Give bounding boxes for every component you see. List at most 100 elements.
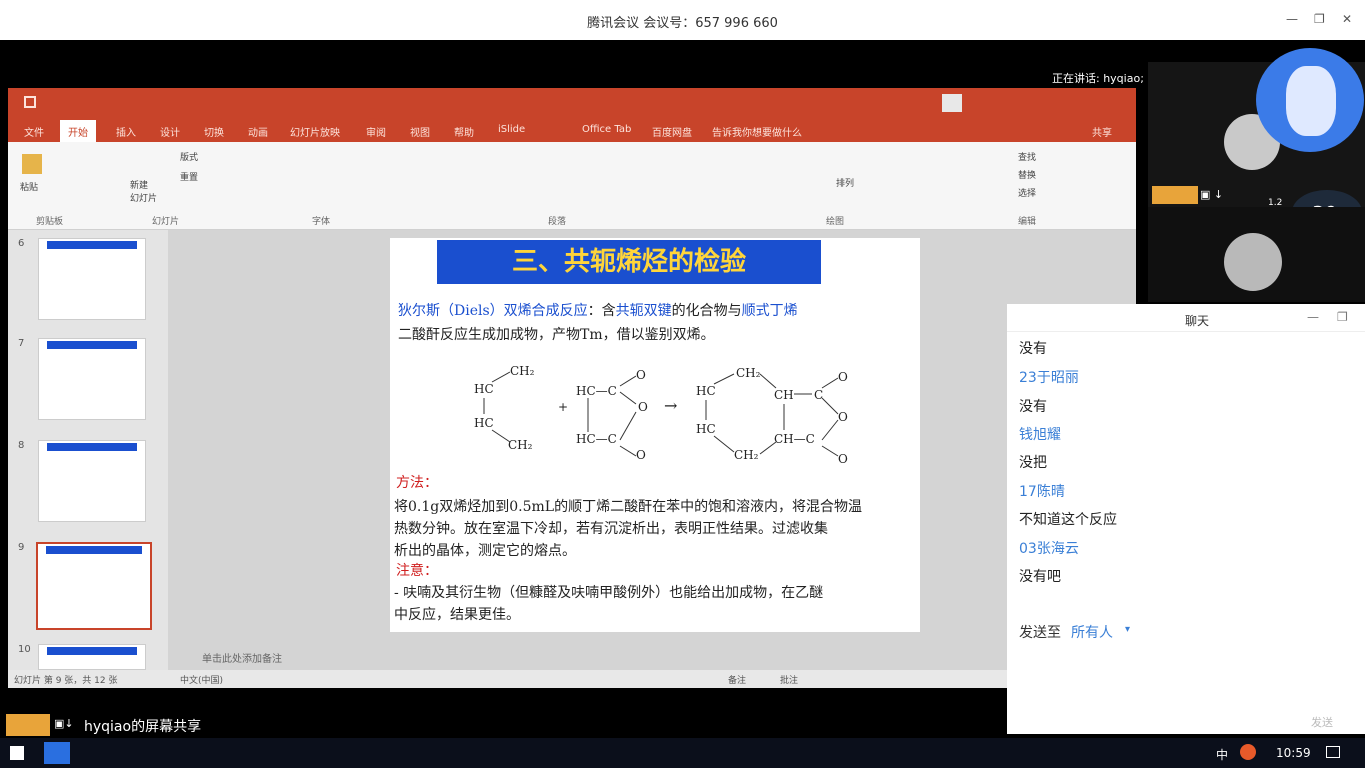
status-badge: [6, 714, 50, 736]
app-tray-icon[interactable]: [1240, 744, 1256, 760]
find-button[interactable]: 查找: [1018, 150, 1036, 163]
ribbon-tabs: 文件 开始 插入 设计 切换 动画 幻灯片放映 审阅 视图 帮助 iSlide …: [8, 118, 1136, 142]
group-editing: 编辑: [1018, 217, 1037, 227]
note-label: 注意：: [396, 563, 438, 579]
tab-islide[interactable]: iSlide: [498, 124, 525, 135]
save-icon[interactable]: [24, 96, 36, 108]
group-font: 字体: [312, 217, 331, 227]
chat-sender[interactable]: 03张海云: [1019, 538, 1079, 558]
tab-help[interactable]: 帮助: [454, 124, 474, 139]
layout-button[interactable]: 版式: [180, 150, 198, 163]
thumb-number: 8: [18, 440, 25, 451]
share-button[interactable]: 共享: [1092, 124, 1112, 139]
tab-office-tab[interactable]: Office Tab: [582, 124, 631, 135]
comments-button[interactable]: 批注: [780, 673, 798, 686]
ppt-status-bar: 幻灯片 第 9 张，共 12 张 中文(中国) 备注 批注: [8, 670, 1136, 688]
select-button[interactable]: 选择: [1018, 186, 1036, 199]
slide-thumbnails-pane: 6 7 8 9 10: [8, 230, 168, 670]
tab-animations[interactable]: 动画: [248, 124, 268, 139]
notes-button[interactable]: 备注: [728, 673, 746, 686]
tab-design[interactable]: 设计: [160, 124, 180, 139]
chat-sender[interactable]: 23于昭丽: [1019, 367, 1079, 387]
tab-file[interactable]: 文件: [24, 124, 44, 139]
group-slides: 幻灯片: [152, 217, 180, 227]
chat-title: 聊天: [1185, 314, 1210, 328]
slide-title: 三、共轭烯烃的检验: [437, 240, 821, 284]
chat-message: 不知道这个反应: [1019, 512, 1117, 528]
reset-button[interactable]: 重置: [180, 170, 198, 183]
slide[interactable]: 三、共轭烯烃的检验 狄尔斯（Diels）双烯合成反应：含共轭双键的化合物与顺式丁…: [390, 238, 920, 632]
meeting-title: 腾讯会议 会议号：657 996 660: [587, 16, 778, 31]
paste-button[interactable]: 粘贴: [20, 180, 38, 193]
meeting-app-icon[interactable]: [44, 742, 70, 764]
tell-me-search[interactable]: 告诉我你想要做什么: [712, 124, 802, 139]
language-status: 中文(中国): [180, 676, 224, 686]
minimize-button[interactable]: —: [1286, 12, 1298, 26]
slide-thumbnail[interactable]: [38, 644, 146, 670]
group-paragraph: 段落: [548, 217, 567, 227]
send-button[interactable]: 发送: [1311, 714, 1333, 730]
tab-review[interactable]: 审阅: [366, 124, 386, 139]
tab-home[interactable]: 开始: [60, 120, 96, 142]
restore-button[interactable]: ❐: [1314, 12, 1325, 26]
new-slide-button[interactable]: 新建 幻灯片: [130, 178, 157, 204]
bond-lines: [483, 371, 839, 457]
ppt-title-bar: [8, 88, 1136, 118]
text-span: ：含: [587, 303, 616, 319]
rabbit-icon: [1286, 66, 1336, 136]
tab-baidu-netdisk[interactable]: 百度网盘: [652, 124, 692, 139]
slide-thumbnail[interactable]: [38, 440, 146, 522]
mic-icon: ▣↓: [54, 717, 74, 730]
chat-input[interactable]: [1019, 646, 1353, 706]
method-label: 方法：: [396, 475, 438, 491]
powerpoint-window: 文件 开始 插入 设计 切换 动画 幻灯片放映 审阅 视图 帮助 iSlide …: [8, 88, 1136, 688]
chat-panel: 聊天 — ❐ 没有 23于昭丽 没有 钱旭耀 没把 17陈晴 不知道这个反应 0…: [1007, 304, 1365, 734]
chat-sender[interactable]: 17陈晴: [1019, 481, 1065, 501]
avatar: [1224, 233, 1282, 291]
chat-header: 聊天 — ❐: [1007, 304, 1365, 332]
tab-transitions[interactable]: 切换: [204, 124, 224, 139]
chevron-down-icon[interactable]: ▾: [1125, 624, 1130, 635]
slide-thumbnail[interactable]: [38, 238, 146, 320]
notification-icon[interactable]: [1326, 746, 1340, 758]
clock[interactable]: 10:59: [1276, 746, 1311, 760]
tab-slideshow[interactable]: 幻灯片放映: [290, 124, 340, 139]
method-line: 析出的晶体，测定它的熔点。: [394, 543, 576, 559]
ribbon: 粘贴 新建 幻灯片 版式 重置 排列 查找 替换 选择 剪贴板 幻灯片 字体 段…: [8, 142, 1136, 230]
chat-message: 没有: [1019, 341, 1047, 357]
meeting-title-bar: 腾讯会议 会议号：657 996 660 — ❐ ✕: [0, 0, 1365, 40]
tab-view[interactable]: 视图: [410, 124, 430, 139]
slide-thumbnail[interactable]: [38, 338, 146, 420]
close-button[interactable]: ✕: [1342, 12, 1352, 26]
conjugated-term: 共轭双键: [615, 303, 672, 319]
thumb-number: 7: [18, 338, 25, 349]
speaking-indicator: 正在讲话: hyqiao;: [1052, 72, 1144, 85]
recipient-select[interactable]: 所有人: [1071, 622, 1113, 642]
tab-insert[interactable]: 插入: [116, 124, 136, 139]
arrange-button[interactable]: 排列: [836, 176, 854, 189]
floating-avatar: [1256, 48, 1364, 152]
ime-indicator[interactable]: 中: [1216, 746, 1228, 763]
restore-button[interactable]: ❐: [1337, 310, 1348, 324]
maleic-term: 顺式丁烯: [741, 303, 798, 319]
status-badge: [1152, 186, 1198, 204]
text-span: 的化合物与: [671, 303, 742, 319]
slide-counter: 幻灯片 第 9 张，共 12 张: [14, 676, 118, 686]
reaction-diagram: CH₂ HC HC CH₂ + HC—C O O HC—C O → CH₂ HC…: [470, 356, 870, 474]
method-line: 热数分钟。放在室温下冷却，若有沉淀析出，表明正性结果。过滤收集: [394, 521, 828, 537]
send-to-label: 发送至: [1019, 625, 1061, 641]
avatar[interactable]: [942, 94, 962, 112]
replace-button[interactable]: 替换: [1018, 168, 1036, 181]
windows-start-icon[interactable]: [10, 746, 24, 760]
share-label: hyqiao的屏幕共享: [84, 719, 202, 735]
slide-thumbnail-selected[interactable]: [36, 542, 152, 630]
note-line: 中反应，结果更佳。: [394, 607, 520, 623]
chat-message: 没把: [1019, 455, 1047, 471]
video-tile-participant: [1148, 207, 1365, 302]
thumb-number: 9: [18, 542, 25, 553]
paste-icon[interactable]: [22, 154, 42, 174]
minimize-button[interactable]: —: [1307, 310, 1319, 324]
chat-sender[interactable]: 钱旭耀: [1019, 424, 1061, 444]
notes-placeholder[interactable]: 单击此处添加备注: [202, 650, 282, 665]
paragraph-line: 二酸酐反应生成加成物，产物Tm，借以鉴别双烯。: [398, 327, 715, 343]
